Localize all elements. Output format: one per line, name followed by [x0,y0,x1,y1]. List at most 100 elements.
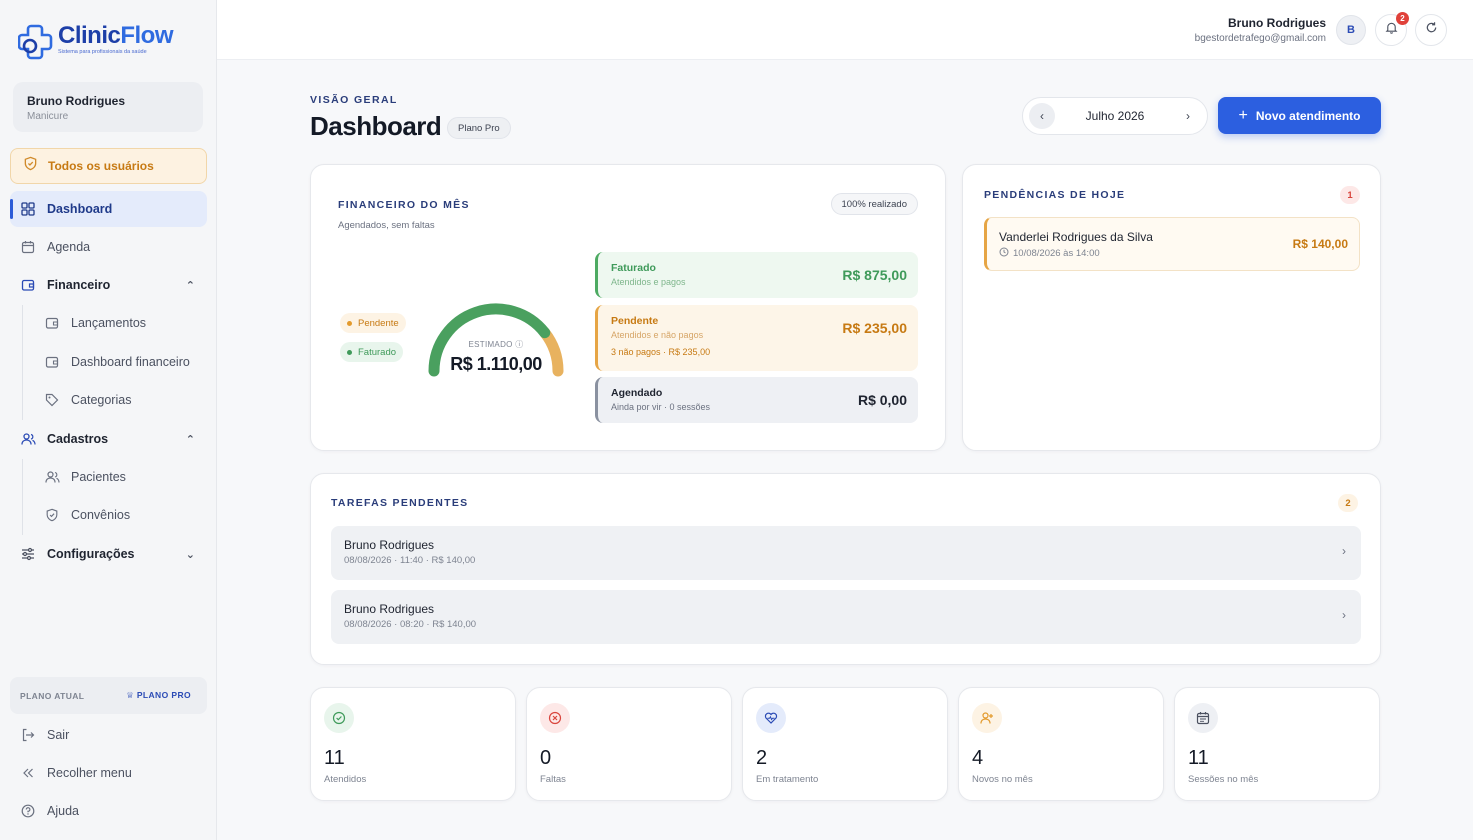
pendente-sub2: 3 não pagos · R$ 235,00 [611,347,711,357]
pendente-row[interactable]: Pendente Atendidos e não pagos 3 não pag… [595,305,918,371]
sidebar-item-label: Pacientes [71,470,126,484]
pendencias-title: PENDÊNCIAS DE HOJE [984,189,1126,201]
tarefas-title: TAREFAS PENDENTES [331,497,469,509]
agendado-row[interactable]: Agendado Ainda por vir · 0 sessões R$ 0,… [595,377,918,423]
faturado-row[interactable]: Faturado Atendidos e pagos R$ 875,00 [595,252,918,298]
sidebar-user-role: Manicure [27,111,69,122]
shield-icon [23,156,38,176]
sidebar-item-configuracoes[interactable]: Configurações ⌄ [10,536,207,572]
chevron-right-icon: › [1342,608,1346,622]
legend-pendente: Pendente [340,313,406,333]
new-appointment-button[interactable]: + Novo atendimento [1218,97,1381,134]
logout-icon [20,727,36,743]
avatar[interactable]: B [1336,15,1366,45]
sidebar-item-dashboard[interactable]: Dashboard [10,191,207,227]
sidebar-user-name: Bruno Rodrigues [27,94,125,108]
users-icon [44,469,60,485]
shield-icon [44,507,60,523]
submenu-line [22,459,23,535]
stat-value: 4 [972,747,984,769]
stat-card-novos-mes[interactable]: 4 Novos no mês [958,687,1164,801]
task-item[interactable]: Bruno Rodrigues 08/08/2026 · 11:40 · R$ … [331,526,1361,580]
sidebar-item-label: Financeiro [47,278,111,292]
sidebar-user-card[interactable]: Bruno Rodrigues Manicure [13,82,203,132]
help-button[interactable]: Ajuda [10,793,207,829]
tarefas-card: TAREFAS PENDENTES 2 Bruno Rodrigues 08/0… [310,473,1381,665]
current-plan[interactable]: PLANO ATUAL ♕ PLANO PRO [10,677,207,714]
pendencia-item[interactable]: Vanderlei Rodrigues da Silva 10/08/2026 … [984,217,1360,271]
faturado-value: R$ 875,00 [842,267,907,283]
plan-value: ♕ PLANO PRO [126,690,191,700]
sidebar-item-label: Agenda [47,240,91,254]
grid-icon [20,201,36,217]
stat-value: 0 [540,747,552,769]
financeiro-card: FINANCEIRO DO MÊS Agendados, sem faltas … [310,164,946,451]
sidebar-item-label: Cadastros [47,432,109,446]
sidebar-item-convenios[interactable]: Convênios [34,497,207,533]
topbar-user-email: bgestordetrafego@gmail.com [1194,33,1326,44]
stat-label: Novos no mês [972,774,1033,785]
realizado-badge: 100% realizado [830,193,918,215]
refresh-button[interactable] [1415,14,1447,46]
sidebar-item-label: Categorias [71,393,132,407]
help-icon: ⓘ [515,340,524,349]
notification-count-badge: 2 [1396,12,1409,25]
logout-button[interactable]: Sair [10,717,207,753]
all-users-button[interactable]: Todos os usuários [10,148,207,184]
plan-badge: Plano Pro [447,117,511,139]
gauge-label: ESTIMADO ⓘ [468,340,524,349]
sidebar-item-cadastros[interactable]: Cadastros ⌃ [10,421,207,457]
task-item[interactable]: Bruno Rodrigues 08/08/2026 · 08:20 · R$ … [331,590,1361,644]
pendencias-card: PENDÊNCIAS DE HOJE 1 Vanderlei Rodrigues… [962,164,1381,451]
tarefas-count-badge: 2 [1338,494,1358,512]
sidebar-item-dashboard-financeiro[interactable]: Dashboard financeiro [34,344,207,380]
gauge-value: R$ 1.110,00 [450,354,542,374]
sliders-icon [20,546,36,562]
stat-label: Em tratamento [756,774,819,785]
chevron-right-icon: › [1342,544,1346,558]
stat-label: Sessões no mês [1188,774,1259,785]
next-month-button[interactable]: › [1175,103,1201,129]
sidebar-item-categorias[interactable]: Categorias [34,382,207,418]
sidebar-item-lancamentos[interactable]: Lançamentos [34,305,207,341]
brand-name: ClinicFlow [58,22,173,49]
heart-pulse-icon [756,703,786,733]
users-icon [20,431,36,447]
task-name: Bruno Rodrigues [344,602,435,616]
help-icon [20,803,36,819]
stat-card-sessoes-mes[interactable]: 11 Sessões no mês [1174,687,1380,801]
logo[interactable]: ClinicFlow Sistema para profissionais da… [17,22,173,60]
month-picker: ‹ Julho 2026 › [1022,97,1208,135]
stat-card-atendidos[interactable]: 11 Atendidos [310,687,516,801]
stat-value: 2 [756,747,768,769]
chevron-down-icon: ⌄ [185,548,195,561]
stat-label: Atendidos [324,774,367,785]
calendar-icon [20,239,36,255]
stat-card-em-tratamento[interactable]: 2 Em tratamento [742,687,948,801]
sidebar-item-agenda[interactable]: Agenda [10,229,207,265]
financeiro-subtitle: Agendados, sem faltas [338,220,435,231]
logout-label: Sair [47,728,70,742]
chevron-up-icon: ⌃ [185,279,195,292]
logo-icon [17,22,56,60]
plan-label: PLANO ATUAL [20,690,85,701]
collapse-menu-button[interactable]: Recolher menu [10,755,207,791]
wallet-icon [44,315,60,331]
task-name: Bruno Rodrigues [344,538,435,552]
sidebar-item-pacientes[interactable]: Pacientes [34,459,207,495]
topbar-user-name: Bruno Rodrigues [1228,16,1326,30]
plus-icon: + [1238,106,1248,124]
bell-icon [1385,21,1398,39]
prev-month-button[interactable]: ‹ [1029,103,1055,129]
legend-dot [347,320,352,326]
tag-icon [44,392,60,408]
x-circle-icon [540,703,570,733]
sidebar: ClinicFlow Sistema para profissionais da… [0,0,217,840]
stat-card-faltas[interactable]: 0 Faltas [526,687,732,801]
agendado-value: R$ 0,00 [857,392,907,408]
sidebar-item-financeiro[interactable]: Financeiro ⌃ [10,267,207,303]
new-appointment-label: Novo atendimento [1255,108,1361,123]
wallet-icon [44,354,60,370]
all-users-label: Todos os usuários [48,159,154,173]
stat-label: Faltas [540,774,566,785]
